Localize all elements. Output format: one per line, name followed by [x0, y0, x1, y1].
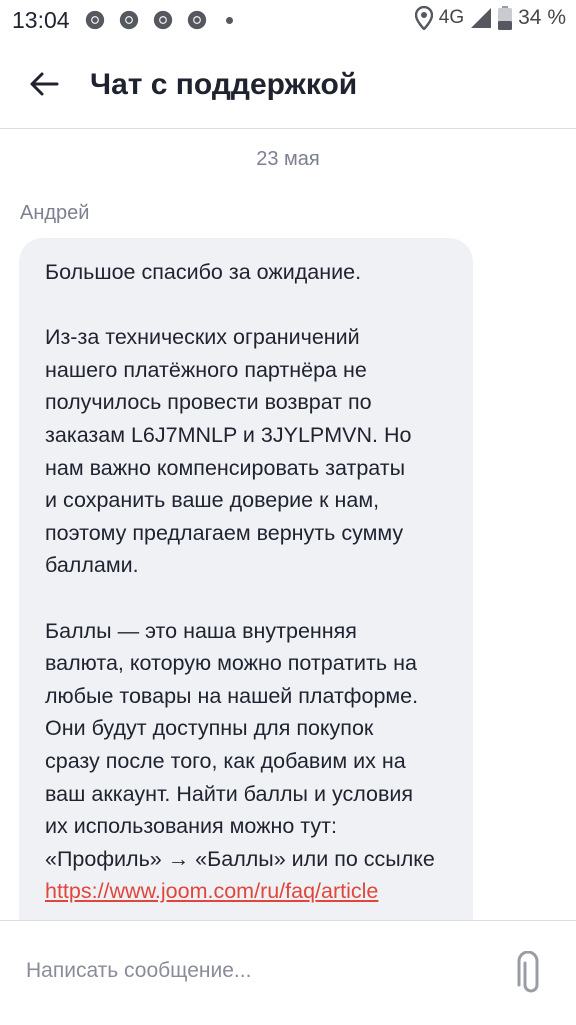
chrome-icon: [119, 10, 139, 30]
message-line: Они будут доступны для покупок: [45, 716, 374, 741]
battery-percent: 34 %: [518, 6, 566, 29]
message-line: ваш аккаунт. Найти баллы и условия: [45, 781, 414, 806]
status-bar: 13:04 4G 34 %: [0, 0, 576, 40]
message-line: Большое спасибо за ожидание.: [45, 260, 362, 284]
battery-icon: [498, 6, 513, 30]
message-line: и сохранить ваше доверие к нам,: [45, 488, 380, 513]
notification-dot: [226, 16, 233, 24]
message-line: любые товары на нашей платформе.: [45, 683, 419, 708]
sender-name: Андрей: [20, 202, 90, 224]
message-line: нам важно компенсировать затраты: [45, 455, 406, 480]
paperclip-icon[interactable]: [514, 951, 548, 997]
message-text: Большое спасибо за ожидание. Из-за техни…: [45, 256, 465, 908]
chrome-icon: [85, 10, 105, 30]
message-composer: Написать сообщение...: [0, 920, 576, 1025]
chat-header: Чат с поддержкой: [0, 40, 576, 129]
page-title: Чат с поддержкой: [90, 68, 358, 101]
arrow-left-icon: [30, 72, 59, 96]
status-time: 13:04: [12, 7, 70, 33]
notification-icons: [84, 9, 233, 31]
message-line: нашего платёжного партнёра не: [45, 357, 367, 382]
message-line: валюта, которую можно потратить на: [45, 651, 417, 676]
message-line: получилось провести возврат по: [45, 390, 372, 415]
message-line: Баллы — это наша внутренняя: [45, 618, 357, 643]
network-type: 4G: [438, 7, 465, 28]
status-right: 4G 34 %: [414, 6, 566, 30]
message-line: баллами.: [45, 553, 139, 578]
faq-link[interactable]: https://www.joom.com/ru/faq/article: [45, 879, 378, 903]
date-separator: 23 мая: [256, 148, 320, 170]
message-input[interactable]: Написать сообщение...: [26, 959, 251, 983]
message-line: заказам L6J7MNLP и 3JYLPMVN. Но: [45, 422, 412, 447]
chrome-icon: [153, 10, 173, 30]
back-button[interactable]: [24, 64, 64, 104]
message-line: Из-за технических ограничений: [45, 325, 360, 350]
location-icon: [414, 6, 433, 30]
signal-icon: [471, 8, 492, 28]
message-line: поэтому предлагаем вернуть сумму: [45, 520, 404, 545]
message-line: их использования можно тут:: [45, 814, 337, 839]
message-line: сразу после того, как добавим их на: [45, 748, 406, 773]
message-line: «Профиль» → «Баллы» или по ссылке: [45, 846, 435, 871]
chrome-icon: [187, 10, 207, 30]
